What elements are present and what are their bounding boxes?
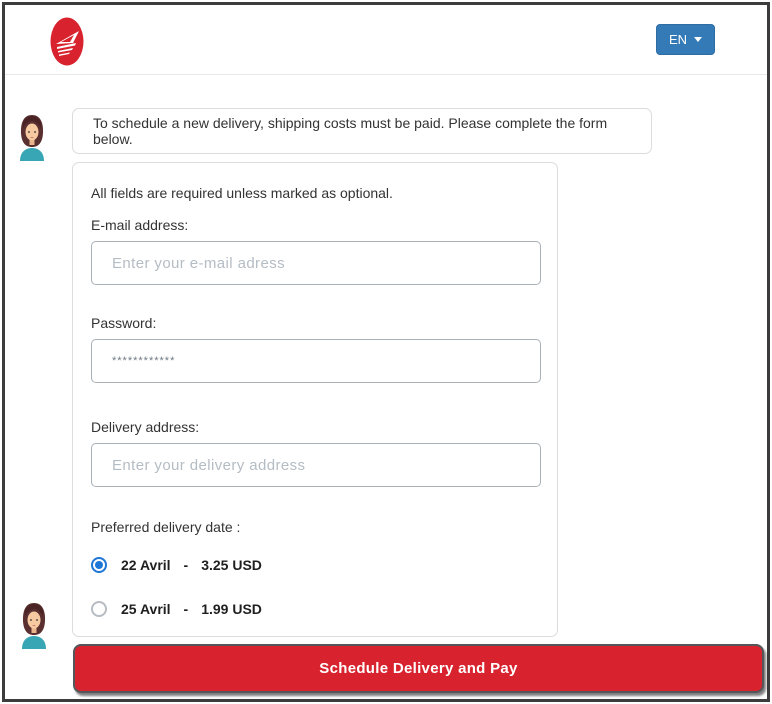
delivery-address-label: Delivery address: xyxy=(91,419,200,435)
assistant-message: To schedule a new delivery, shipping cos… xyxy=(72,108,652,154)
option-date: 22 Avril xyxy=(121,557,171,573)
email-label: E-mail address: xyxy=(91,217,189,233)
email-input[interactable] xyxy=(91,241,541,285)
assistant-message-text: To schedule a new delivery, shipping cos… xyxy=(93,115,608,147)
password-input[interactable] xyxy=(91,339,541,383)
window-frame: EN To schedule a new delivery, shipping … xyxy=(2,2,770,702)
delivery-date-option-1[interactable]: 22 Avril - 3.25 USD xyxy=(91,557,539,573)
address-field-group: Delivery address: xyxy=(91,419,541,487)
email-field-group: E-mail address: xyxy=(91,217,541,285)
canada-post-logo-icon xyxy=(50,17,84,66)
language-label: EN xyxy=(668,32,687,47)
option-date: 25 Avril xyxy=(121,601,171,617)
form-note: All fields are required unless marked as… xyxy=(91,185,393,201)
radio-button-icon[interactable] xyxy=(91,601,107,617)
option-price: 1.99 USD xyxy=(201,601,262,617)
assistant-avatar-top xyxy=(20,115,44,161)
chevron-down-icon xyxy=(694,37,702,42)
header: EN xyxy=(5,5,767,75)
preferred-date-label: Preferred delivery date : xyxy=(91,519,241,535)
delivery-date-option-2[interactable]: 25 Avril - 1.99 USD xyxy=(91,601,539,617)
page: EN To schedule a new delivery, shipping … xyxy=(0,0,772,704)
assistant-avatar-bottom xyxy=(22,603,46,649)
option-separator: - xyxy=(183,601,189,617)
option-separator: - xyxy=(183,557,189,573)
delivery-date-option-1-label: 22 Avril - 3.25 USD xyxy=(121,557,262,573)
password-field-group: Password: xyxy=(91,315,541,383)
password-label: Password: xyxy=(91,315,157,331)
language-selector-button[interactable]: EN xyxy=(655,24,715,55)
delivery-date-option-2-label: 25 Avril - 1.99 USD xyxy=(121,601,262,617)
delivery-form: All fields are required unless marked as… xyxy=(72,162,558,637)
schedule-and-pay-button[interactable]: Schedule Delivery and Pay xyxy=(73,644,764,693)
option-price: 3.25 USD xyxy=(201,557,262,573)
radio-button-icon[interactable] xyxy=(91,557,107,573)
delivery-address-input[interactable] xyxy=(91,443,541,487)
